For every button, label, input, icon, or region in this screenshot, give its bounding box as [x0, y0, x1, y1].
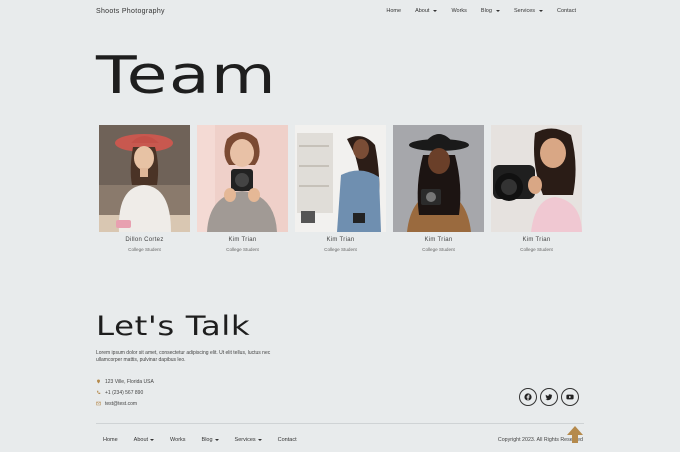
- team-card[interactable]: Dillon Cortez College Student: [99, 125, 190, 252]
- nav-label: Contact: [277, 437, 297, 443]
- nav-label: Works: [170, 437, 186, 443]
- nav-item-about[interactable]: About: [415, 8, 438, 14]
- footer-nav-about[interactable]: About: [133, 437, 155, 443]
- lets-talk-description: Lorem ipsum dolor sit amet, consectetur …: [96, 350, 271, 363]
- member-photo: [393, 125, 484, 232]
- nav-label: Blog: [480, 8, 492, 14]
- youtube-button[interactable]: [561, 388, 579, 406]
- nav-label: Blog: [201, 437, 213, 443]
- chevron-down-icon: [150, 439, 155, 441]
- footer-nav-contact[interactable]: Contact: [278, 437, 297, 443]
- nav-item-services[interactable]: Services: [513, 8, 544, 14]
- footer-nav-home[interactable]: Home: [103, 437, 118, 443]
- contact-phone[interactable]: +1 (234) 567 890: [96, 389, 154, 396]
- contact-info: 123 Ville, Florida USA +1 (234) 567 890 …: [96, 379, 154, 412]
- chevron-down-icon: [433, 10, 438, 12]
- twitter-button[interactable]: [540, 388, 558, 406]
- contact-email[interactable]: test@test.com: [96, 400, 154, 407]
- footer-nav-works[interactable]: Works: [170, 437, 185, 443]
- member-photo: [295, 125, 386, 232]
- member-name: Kim Trian: [424, 237, 453, 243]
- member-photo: [197, 125, 288, 232]
- nav-item-contact[interactable]: Contact: [557, 8, 576, 14]
- member-role: College Student: [226, 247, 259, 252]
- nav-label: Services: [513, 8, 536, 14]
- nav-label: Services: [234, 437, 256, 443]
- email-text: test@test.com: [105, 400, 138, 407]
- chevron-down-icon: [539, 10, 544, 12]
- phone-text: +1 (234) 567 890: [105, 389, 144, 396]
- team-heading: Team: [96, 46, 278, 106]
- member-role: College Student: [422, 247, 455, 252]
- mail-icon: [96, 401, 101, 406]
- nav-label: About: [415, 8, 430, 14]
- contact-address: 123 Ville, Florida USA: [96, 378, 154, 385]
- top-navigation-bar: Shoots Photography Home About Works Blog…: [0, 0, 680, 26]
- nav-item-home[interactable]: Home: [386, 8, 401, 14]
- member-photo: [491, 125, 582, 232]
- facebook-button[interactable]: [519, 388, 537, 406]
- team-cards: Dillon Cortez College Student Kim Trian …: [99, 125, 582, 252]
- twitter-icon: [545, 394, 553, 401]
- team-card[interactable]: Kim Trian College Student: [197, 125, 288, 252]
- facebook-icon: [524, 393, 532, 401]
- footer-divider: [96, 423, 584, 424]
- team-card[interactable]: Kim Trian College Student: [295, 125, 386, 252]
- member-name: Kim Trian: [228, 237, 257, 243]
- nav-label: Works: [451, 8, 467, 14]
- nav-item-works[interactable]: Works: [451, 8, 466, 14]
- chevron-down-icon: [214, 439, 219, 441]
- nav-label: About: [133, 437, 149, 443]
- footer-nav-services[interactable]: Services: [235, 437, 262, 443]
- nav-label: Contact: [557, 8, 576, 14]
- scroll-to-top-icon[interactable]: [565, 424, 585, 444]
- main-nav: Home About Works Blog Services Contact: [386, 8, 576, 14]
- member-role: College Student: [324, 247, 357, 252]
- nav-item-blog[interactable]: Blog: [481, 8, 500, 14]
- team-card[interactable]: Kim Trian College Student: [491, 125, 582, 252]
- site-brand[interactable]: Shoots Photography: [96, 8, 165, 15]
- chevron-down-icon: [495, 10, 500, 12]
- social-links: [519, 388, 579, 406]
- member-role: College Student: [520, 247, 553, 252]
- map-pin-icon: [97, 379, 100, 384]
- phone-icon: [97, 390, 101, 394]
- member-role: College Student: [128, 247, 161, 252]
- chevron-down-icon: [257, 439, 262, 441]
- member-name: Dillon Cortez: [125, 237, 164, 243]
- member-photo: [99, 125, 190, 232]
- lets-talk-heading: Let's Talk: [96, 311, 251, 342]
- footer-nav: Home About Works Blog Services Contact: [103, 437, 297, 443]
- footer-nav-blog[interactable]: Blog: [202, 437, 219, 443]
- youtube-icon: [566, 394, 574, 400]
- nav-label: Home: [103, 437, 118, 443]
- member-name: Kim Trian: [522, 237, 551, 243]
- address-text: 123 Ville, Florida USA: [105, 378, 154, 385]
- nav-label: Home: [386, 8, 402, 14]
- member-name: Kim Trian: [326, 237, 355, 243]
- team-card[interactable]: Kim Trian College Student: [393, 125, 484, 252]
